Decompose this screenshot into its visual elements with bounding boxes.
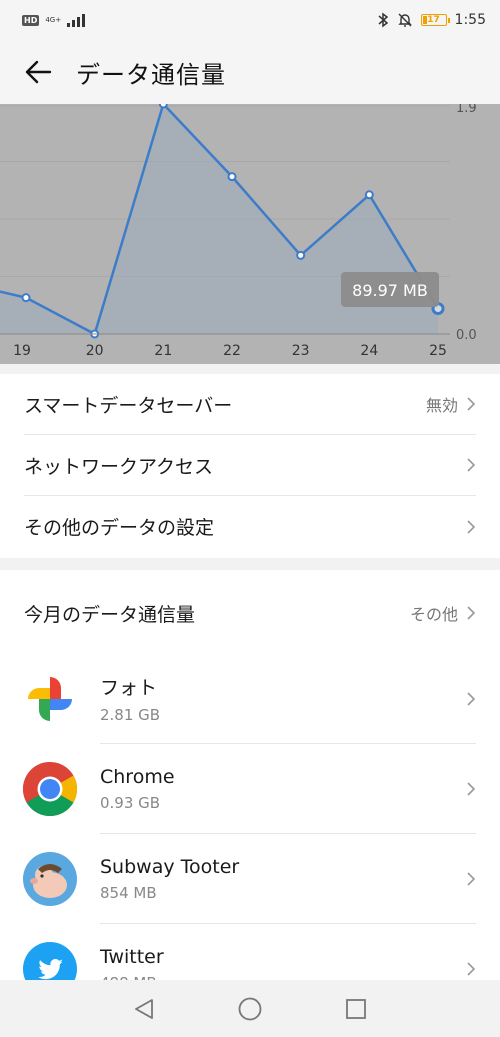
chart-point (364, 190, 374, 200)
x-tick-label: 21 (154, 343, 172, 359)
app-row-subway-tooter[interactable]: Subway Tooter 854 MB (0, 834, 500, 924)
nav-home-button[interactable] (235, 994, 265, 1024)
square-recents-icon (346, 998, 366, 1019)
chart-tooltip-text: 89.97 MB (352, 281, 428, 300)
app-name: フォト (100, 677, 158, 699)
other-data-settings-label: その他のデータの設定 (24, 517, 215, 539)
y-min-label: 0.0 (456, 328, 477, 343)
monthly-usage-title: 今月のデータ通信量 (24, 603, 196, 626)
x-tick-label: 20 (86, 343, 104, 359)
smart-data-saver-row[interactable]: スマートデータセーバー 無効 (24, 374, 476, 435)
circle-home-icon (238, 997, 262, 1020)
nav-recents-button[interactable] (341, 994, 371, 1024)
x-tick-label: 25 (429, 343, 447, 359)
more-link: その他 (409, 605, 458, 624)
chevron-right-icon (467, 691, 476, 706)
bluetooth-icon (378, 12, 388, 28)
chart-point (21, 293, 31, 303)
signal-icon (67, 13, 86, 27)
usage-chart-svg: 19 20 21 22 23 24 25 1.9 0.0 89.97 MB (0, 104, 477, 359)
other-data-settings-row[interactable]: その他のデータの設定 (24, 496, 476, 557)
app-bar: データ通信量 (0, 40, 500, 104)
chart-point (296, 250, 306, 260)
app-name: Chrome (100, 765, 175, 788)
system-nav-bar (0, 980, 500, 1037)
chevron-right-icon (467, 781, 476, 796)
network-access-row[interactable]: ネットワークアクセス (24, 435, 476, 496)
y-max-label: 1.9 (456, 104, 477, 116)
x-tick-label: 22 (223, 343, 241, 359)
chevron-right-icon (467, 519, 476, 534)
network-type: 4G+ (45, 15, 62, 24)
hd-badge: HD (22, 14, 40, 26)
battery-icon: 17 (420, 14, 450, 26)
mute-bell-icon (397, 13, 412, 27)
smart-data-saver-value: 無効 (425, 396, 458, 415)
chevron-right-icon (467, 397, 476, 411)
chart-point (227, 172, 237, 182)
page-title: データ通信量 (76, 60, 226, 89)
x-tick-label: 23 (292, 343, 310, 359)
google-photos-icon (0, 654, 100, 744)
smart-data-saver-label: スマートデータセーバー (24, 394, 233, 417)
back-button[interactable] (0, 40, 76, 104)
monthly-usage-header[interactable]: 今月のデータ通信量 その他 (24, 570, 476, 654)
app-usage: 0.93 GB (100, 793, 161, 812)
app-usage: 2.81 GB (100, 706, 161, 724)
chrome-icon (0, 744, 100, 834)
chevron-right-icon (467, 458, 476, 472)
chart-point (158, 104, 168, 109)
subway-tooter-icon (0, 834, 100, 924)
triangle-back-icon (135, 998, 153, 1019)
chevron-right-icon (467, 962, 476, 976)
app-name: Twitter (100, 946, 164, 968)
usage-chart[interactable]: 19 20 21 22 23 24 25 1.9 0.0 89.97 MB (0, 104, 500, 364)
network-access-label: ネットワークアクセス (24, 455, 214, 478)
settings-card: スマートデータセーバー 無効 ネットワークアクセス その他のデータの設定 (0, 374, 500, 558)
monthly-usage-card: 今月のデータ通信量 その他 フォト 2.81 GB Chrome 0.93 GB… (0, 570, 500, 996)
chevron-right-icon (467, 871, 476, 886)
nav-back-button[interactable] (129, 994, 159, 1024)
arrow-back-icon (25, 60, 52, 84)
chevron-right-icon (467, 606, 476, 620)
app-row-photos[interactable]: フォト 2.81 GB (0, 654, 500, 744)
app-name: Subway Tooter (100, 855, 240, 878)
app-usage: 854 MB (100, 883, 157, 902)
app-row-chrome[interactable]: Chrome 0.93 GB (0, 744, 500, 834)
x-tick-label: 19 (13, 343, 31, 359)
status-bar: HD 4G+ 17 1:55 (0, 0, 500, 40)
x-tick-label: 24 (360, 343, 378, 359)
clock: 1:55 (454, 12, 486, 28)
